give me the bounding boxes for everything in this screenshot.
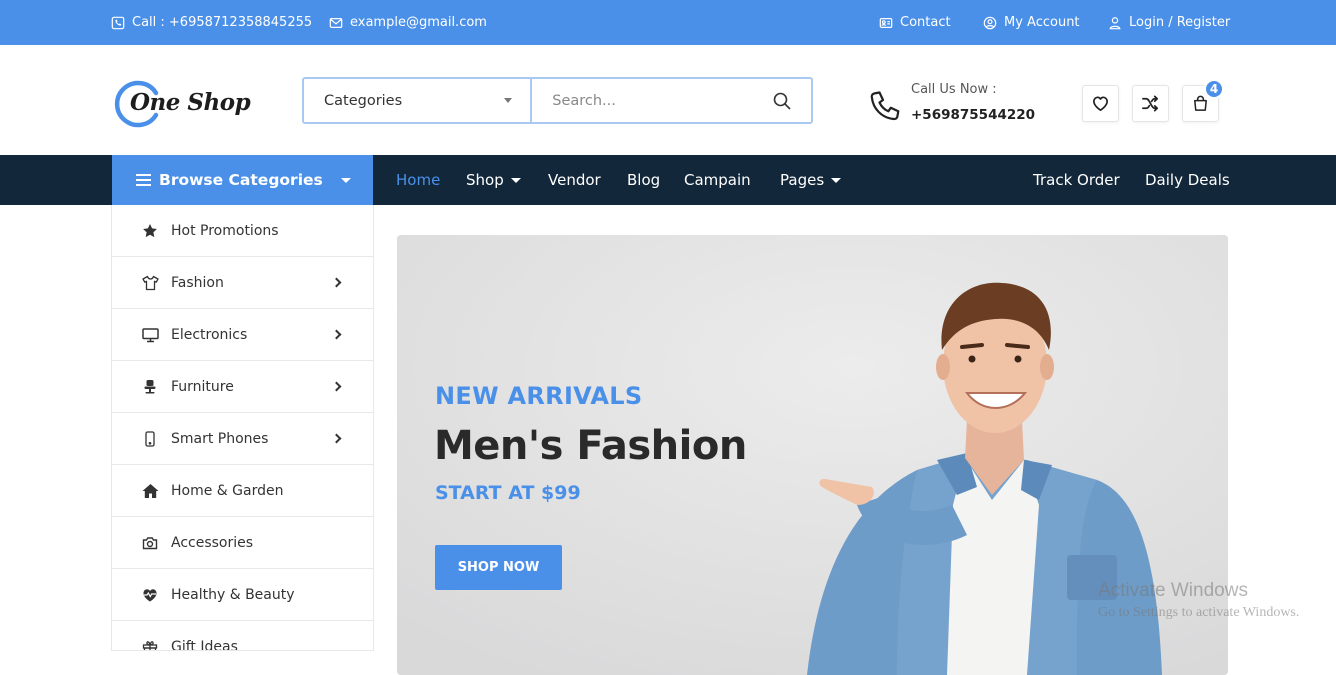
shuffle-icon (1142, 95, 1159, 112)
nav-shop[interactable]: Shop (466, 155, 521, 205)
windows-activation-watermark: Activate Windows Go to Settings to activ… (1098, 580, 1299, 621)
sidebar-item-label: Accessories (171, 534, 254, 551)
envelope-icon (329, 17, 343, 28)
user-circle-icon (983, 16, 997, 29)
compare-button[interactable] (1132, 85, 1169, 122)
nav-campain[interactable]: Campain (684, 155, 751, 205)
monitor-icon (141, 326, 159, 344)
watermark-subtitle: Go to Settings to activate Windows. (1098, 605, 1300, 620)
chevron-down-icon (510, 177, 521, 183)
topbar-my-account-label: My Account (1004, 15, 1080, 30)
home-icon (141, 482, 159, 500)
phone-square-icon (111, 16, 125, 29)
gift-icon (141, 638, 159, 650)
hero-title: Men's Fashion (434, 423, 747, 469)
nav-campain-label: Campain (684, 171, 751, 189)
sidebar-item-electronics[interactable]: Electronics (112, 309, 373, 361)
contact-card-icon (879, 17, 893, 28)
nav-daily-deals[interactable]: Daily Deals (1145, 155, 1230, 205)
search-button[interactable] (753, 79, 811, 122)
nav-vendor[interactable]: Vendor (548, 155, 601, 205)
sidebar-item-label: Smart Phones (171, 430, 269, 447)
site-logo[interactable]: One Shop (112, 79, 251, 129)
topbar-contact-label: Contact (900, 15, 951, 30)
sidebar-item-label: Home & Garden (171, 482, 284, 499)
nav-pages[interactable]: Pages (780, 155, 842, 205)
browse-categories-button[interactable]: Browse Categories (112, 155, 373, 205)
nav-blog[interactable]: Blog (627, 155, 660, 205)
chevron-down-icon (504, 98, 513, 103)
hamburger-icon (136, 171, 151, 189)
nav-blog-label: Blog (627, 171, 661, 189)
site-header: One Shop Categories Call Us Now : +56987… (0, 45, 1336, 155)
top-bar: Call : +6958712358845255 example@gmail.c… (0, 0, 1336, 45)
wishlist-button[interactable] (1082, 85, 1119, 122)
chevron-right-icon (331, 433, 342, 444)
sidebar-item-label: Healthy & Beauty (171, 586, 295, 603)
sidebar-item-label: Electronics (171, 326, 248, 343)
nav-daily-deals-label: Daily Deals (1145, 171, 1230, 189)
category-sidebar: Hot Promotions Fashion Electronics Furni… (111, 205, 374, 651)
chevron-down-icon (831, 177, 842, 183)
heart-icon (1092, 96, 1109, 112)
sidebar-item-hot-promotions[interactable]: Hot Promotions (112, 205, 373, 257)
sidebar-item-label: Hot Promotions (171, 222, 279, 239)
header-call: Call Us Now : +569875544220 (868, 79, 1068, 129)
phone-icon (141, 430, 159, 448)
search-bar: Categories (302, 77, 813, 124)
shop-now-button[interactable]: SHOP NOW (435, 545, 562, 590)
sidebar-item-furniture[interactable]: Furniture (112, 361, 373, 413)
browse-categories-label: Browse Categories (159, 171, 323, 189)
nav-pages-label: Pages (780, 171, 825, 189)
sidebar-item-accessories[interactable]: Accessories (112, 517, 373, 569)
chevron-down-icon (341, 177, 351, 183)
sidebar-item-home-garden[interactable]: Home & Garden (112, 465, 373, 517)
sidebar-item-gift-ideas[interactable]: Gift Ideas (112, 621, 373, 651)
topbar-call[interactable]: Call : +6958712358845255 (111, 0, 312, 45)
sidebar-item-fashion[interactable]: Fashion (112, 257, 373, 309)
topbar-my-account-link[interactable]: My Account (983, 0, 1080, 45)
topbar-email-text: example@gmail.com (350, 15, 487, 30)
logo-text: One Shop (130, 89, 251, 116)
camera-icon (141, 534, 159, 552)
sidebar-item-label: Gift Ideas (171, 638, 238, 651)
sidebar-item-label: Fashion (171, 274, 224, 291)
chevron-right-icon (331, 277, 342, 288)
search-icon (773, 92, 791, 110)
sidebar-item-smart-phones[interactable]: Smart Phones (112, 413, 373, 465)
sidebar-item-label: Furniture (171, 378, 234, 395)
topbar-email[interactable]: example@gmail.com (329, 0, 487, 45)
category-select[interactable]: Categories (304, 79, 533, 122)
category-select-label: Categories (324, 92, 403, 109)
nav-track-order-label: Track Order (1033, 171, 1120, 189)
sidebar-item-healthy-beauty[interactable]: Healthy & Beauty (112, 569, 373, 621)
topbar-call-text: Call : +6958712358845255 (132, 15, 313, 30)
topbar-login-register-label: Login / Register (1129, 15, 1231, 30)
topbar-login-register-link[interactable]: Login / Register (1108, 0, 1230, 45)
heartbeat-icon (141, 586, 159, 604)
nav-track-order[interactable]: Track Order (1033, 155, 1120, 205)
chevron-right-icon (331, 329, 342, 340)
search-input[interactable] (532, 79, 754, 122)
topbar-contact-link[interactable]: Contact (879, 0, 951, 45)
call-label: Call Us Now : (911, 82, 997, 97)
user-icon (1109, 16, 1121, 29)
hero-eyebrow: NEW ARRIVALS (435, 382, 643, 410)
nav-home-label: Home (396, 171, 441, 189)
hero-subtitle: START AT $99 (435, 482, 581, 504)
nav-vendor-label: Vendor (548, 171, 601, 189)
nav-home[interactable]: Home (396, 155, 440, 205)
cart-count-badge: 4 (1204, 79, 1224, 99)
chair-icon (141, 378, 159, 396)
tshirt-icon (141, 274, 159, 292)
watermark-title: Activate Windows (1098, 580, 1248, 601)
call-number[interactable]: +569875544220 (911, 107, 1035, 123)
star-icon (141, 222, 159, 240)
phone-icon (870, 91, 900, 121)
nav-shop-label: Shop (466, 171, 504, 189)
main-nav: Browse Categories Home Shop Vendor Blog … (0, 155, 1336, 205)
chevron-right-icon (331, 381, 342, 392)
